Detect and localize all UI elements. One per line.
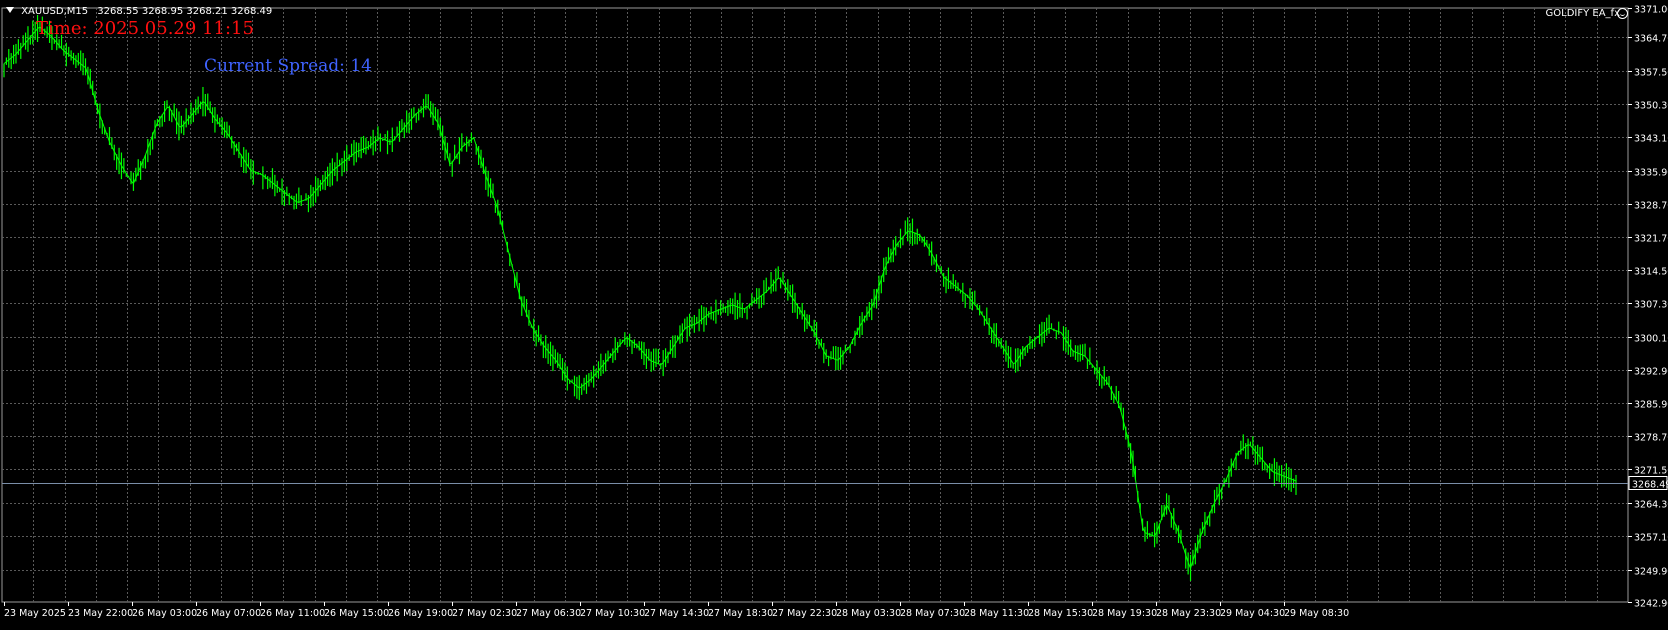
y-tick-label: 3285.90 <box>1634 400 1668 411</box>
dropdown-arrow-icon[interactable] <box>6 7 14 13</box>
y-tick-label: 3371.00 <box>1634 5 1668 16</box>
x-tick-label: 26 May 15:00 <box>324 608 389 619</box>
y-tick-label: 3257.10 <box>1634 533 1668 544</box>
x-tick-label: 26 May 07:00 <box>196 608 261 619</box>
x-tick-label: 29 May 04:30 <box>1220 608 1285 619</box>
x-tick-label: 23 May 2025 <box>4 608 66 619</box>
x-tick-label: 27 May 18:30 <box>708 608 773 619</box>
y-tick-label: 3350.30 <box>1634 101 1668 112</box>
x-tick-label: 28 May 11:30 <box>964 608 1029 619</box>
y-tick-label: 3364.70 <box>1634 34 1668 45</box>
y-tick-label: 3264.30 <box>1634 500 1668 511</box>
y-tick-label: 3314.50 <box>1634 267 1668 278</box>
x-tick-label: 28 May 23:30 <box>1156 608 1221 619</box>
y-tick-label: 3335.90 <box>1634 168 1668 179</box>
x-tick-label: 26 May 03:00 <box>132 608 197 619</box>
y-tick-label: 3300.10 <box>1634 334 1668 345</box>
x-tick-label: 27 May 22:30 <box>772 608 837 619</box>
price-series <box>3 15 1297 582</box>
close-line <box>3 26 1297 570</box>
y-tick-label: 3242.90 <box>1634 599 1668 610</box>
x-tick-label: 27 May 14:30 <box>644 608 709 619</box>
y-tick-label: 3321.70 <box>1634 234 1668 245</box>
x-tick-label: 28 May 07:30 <box>900 608 965 619</box>
chart-window[interactable]: 3371.00 3364.70 3357.50 3350.30 3343.10 3335.… <box>0 0 1668 630</box>
chart-header: XAUUSD,M15 3268.55 3268.95 3268.21 3268.… <box>6 6 272 17</box>
x-tick-label: 26 May 19:00 <box>388 608 453 619</box>
y-tick-label: 3278.70 <box>1634 433 1668 444</box>
x-tick-label: 26 May 11:00 <box>260 608 325 619</box>
x-tick-label: 23 May 22:00 <box>68 608 133 619</box>
smiley-face-icon[interactable] <box>1617 8 1628 19</box>
x-tick-label: 27 May 06:30 <box>516 608 581 619</box>
y-tick-label: 3328.70 <box>1634 201 1668 212</box>
price-chart[interactable]: 3371.00 3364.70 3357.50 3350.30 3343.10 3335.… <box>0 0 1668 630</box>
y-tick-label: 3249.90 <box>1634 567 1668 578</box>
y-tick-label: 3343.10 <box>1634 134 1668 145</box>
symbol-label: XAUUSD,M15 <box>21 6 89 17</box>
server-time-label: Time: 2025.05.29 11:15 <box>36 18 254 39</box>
y-tick-label: 3292.90 <box>1634 367 1668 378</box>
x-tick-label: 28 May 15:30 <box>1028 608 1093 619</box>
current-spread-label: Current Spread: 14 <box>204 56 372 76</box>
y-tick-label: 3307.30 <box>1634 300 1668 311</box>
ohlc-values: 3268.55 3268.95 3268.21 3268.49 <box>97 6 273 17</box>
bid-price-label: 3268.49 <box>1632 480 1668 491</box>
x-tick-label: 27 May 10:30 <box>580 608 645 619</box>
x-tick-label: 29 May 08:30 <box>1284 608 1349 619</box>
y-tick-label: 3357.50 <box>1634 68 1668 79</box>
expert-advisor-label[interactable]: GOLDIFY EA_fx <box>1546 8 1620 19</box>
x-tick-label: 28 May 03:30 <box>836 608 901 619</box>
x-tick-label: 27 May 02:30 <box>452 608 517 619</box>
y-tick-label: 3271.50 <box>1634 466 1668 477</box>
x-tick-label: 28 May 19:30 <box>1092 608 1157 619</box>
